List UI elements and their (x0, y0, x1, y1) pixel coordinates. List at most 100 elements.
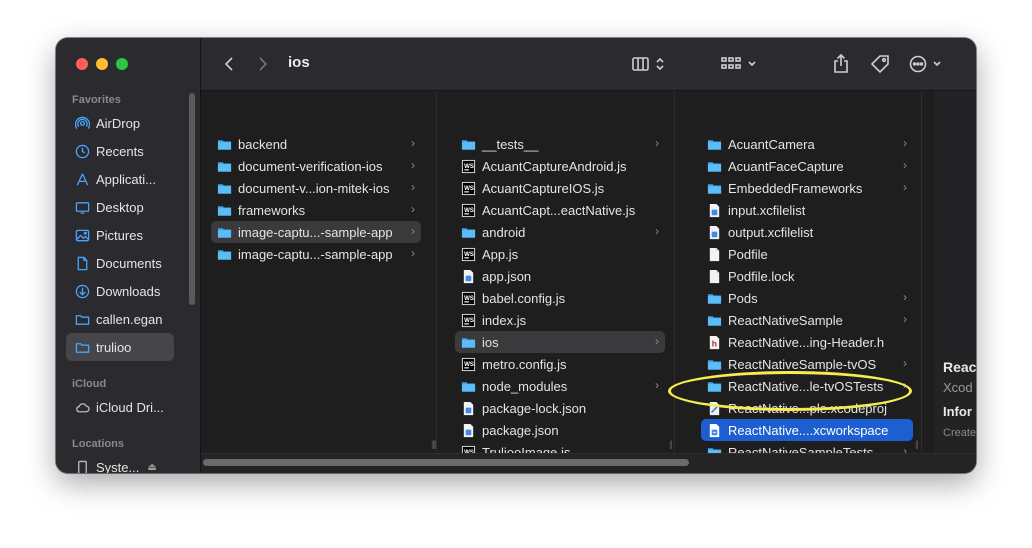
sidebar-item-icloud-dri[interactable]: iCloud Dri... (66, 393, 174, 421)
folder-row[interactable]: node_modules › (455, 375, 665, 397)
file-name: document-v...ion-mitek-ios (238, 180, 390, 196)
folder-row[interactable]: ReactNativeSample › (701, 309, 913, 331)
file-type-icon (707, 247, 722, 262)
column-1[interactable]: || backend › document-verification-ios › doc… (201, 91, 437, 453)
column-3[interactable]: || AcuantCamera › AcuantFaceCapture › Embedd… (691, 91, 923, 460)
eject-icon[interactable]: ⏏ (147, 462, 156, 473)
folder-row[interactable]: Pods › (701, 287, 913, 309)
file-name: metro.config.js (482, 356, 567, 372)
file-row[interactable]: h ReactNative...ing-Header.h (701, 331, 913, 353)
webstorm-file-icon: WS (461, 203, 476, 217)
file-name: Pods (728, 290, 758, 306)
file-row[interactable]: Podfile (701, 243, 913, 265)
sidebar-item-recents[interactable]: Recents (66, 137, 174, 165)
file-name: AcuantCapt...eactNative.js (482, 202, 636, 218)
xcode-project-icon (709, 401, 720, 415)
file-row[interactable]: Podfile.lock (701, 265, 913, 287)
webstorm-file-icon: WS (461, 291, 476, 305)
folder-row[interactable]: ios › (455, 331, 665, 353)
sidebar-section-locations: Locations (72, 438, 124, 450)
horizontal-scrollbar[interactable] (203, 459, 689, 466)
file-row[interactable]: WS metro.config.js (455, 353, 665, 375)
document-icon (709, 247, 720, 261)
chevron-right-icon: › (411, 136, 415, 150)
folder-row[interactable]: backend › (211, 133, 421, 155)
file-row[interactable]: output.xcfilelist (701, 221, 913, 243)
file-row[interactable]: WS AcuantCaptureIOS.js (455, 177, 665, 199)
sidebar-item-downloads[interactable]: Downloads (66, 277, 174, 305)
sidebar-item-pictures[interactable]: Pictures (66, 221, 174, 249)
sidebar-item-applicati[interactable]: Applicati... (66, 165, 174, 193)
sidebar-item-label: trulioo (96, 339, 132, 355)
file-row[interactable]: ReactNative....xcworkspace (701, 419, 913, 441)
file-type-icon: WS (461, 247, 476, 262)
sidebar-item-documents[interactable]: Documents (66, 249, 174, 277)
sidebar-item-airdrop[interactable]: AirDrop (66, 109, 174, 137)
share-button[interactable] (829, 38, 853, 90)
folder-icon (707, 183, 722, 194)
sidebar-section-favorites: Favorites (72, 94, 121, 106)
sidebar-item-desktop[interactable]: Desktop (66, 193, 174, 221)
folder-row[interactable]: AcuantFaceCapture › (701, 155, 913, 177)
sidebar-item-callen-egan[interactable]: callen.egan (66, 305, 174, 333)
file-row[interactable]: package.json (455, 419, 665, 441)
file-row[interactable]: input.xcfilelist (701, 199, 913, 221)
file-type-icon: WS (461, 203, 476, 218)
sidebar-item-trulioo[interactable]: trulioo (66, 333, 174, 361)
file-type-icon (707, 423, 722, 438)
close-window-button[interactable] (76, 58, 88, 70)
column-resize-handle[interactable]: || (915, 439, 923, 451)
folder-row[interactable]: image-captu...-sample-app › (211, 221, 421, 243)
sidebar-item-label: Recents (96, 143, 144, 159)
svg-text:WS: WS (464, 316, 474, 323)
file-row[interactable]: WS index.js (455, 309, 665, 331)
folder-row[interactable]: ReactNativeSample-tvOS › (701, 353, 913, 375)
folder-row[interactable]: frameworks › (211, 199, 421, 221)
folder-row[interactable]: image-captu...-sample-app › (211, 243, 421, 265)
column-resize-handle[interactable]: || (669, 439, 677, 451)
group-button[interactable] (719, 38, 761, 90)
file-type-icon (707, 379, 722, 394)
sidebar-section-icloud: iCloud (72, 378, 107, 390)
sidebar-item-label: AirDrop (96, 115, 141, 131)
preview-pane: Reac Xcod Infor Create (934, 91, 976, 453)
tags-button[interactable] (867, 38, 893, 90)
file-type-icon (461, 335, 476, 350)
sidebar-item-label: iCloud Dri... (96, 399, 164, 415)
folder-row[interactable]: document-v...ion-mitek-ios › (211, 177, 421, 199)
column-2[interactable]: || || __tests__ › WS AcuantCaptureAndroid.j… (433, 91, 677, 473)
file-row[interactable]: ReactNative...ple.xcodeproj (701, 397, 913, 419)
sidebar-item-syste[interactable]: Syste... ⏏ (66, 453, 174, 473)
folder-row[interactable]: document-verification-ios › (211, 155, 421, 177)
file-row[interactable]: WS AcuantCapt...eactNative.js (455, 199, 665, 221)
file-type-icon (707, 291, 722, 306)
file-name: babel.config.js (482, 290, 566, 306)
file-name: AcuantCaptureIOS.js (482, 180, 605, 196)
folder-row[interactable]: AcuantCamera › (701, 133, 913, 155)
folder-row[interactable]: ReactNative...le-tvOSTests › (701, 375, 913, 397)
file-row[interactable]: app.json (455, 265, 665, 287)
folder-icon (461, 227, 476, 238)
folder-icon (217, 139, 232, 150)
forward-button[interactable] (251, 38, 275, 90)
share-icon (834, 54, 848, 73)
file-row[interactable]: package-lock.json (455, 397, 665, 419)
file-name: ReactNativeSample (728, 312, 843, 328)
file-row[interactable]: WS AcuantCaptureAndroid.js (455, 155, 665, 177)
folder-row[interactable]: android › (455, 221, 665, 243)
file-row[interactable]: WS App.js (455, 243, 665, 265)
view-mode-button[interactable] (629, 38, 669, 90)
chevron-right-icon: › (411, 202, 415, 216)
folder-row[interactable]: __tests__ › (455, 133, 665, 155)
file-row[interactable]: WS babel.config.js (455, 287, 665, 309)
minimize-window-button[interactable] (96, 58, 108, 70)
column-resize-handle[interactable]: || (433, 439, 441, 451)
sidebar-item-label: Applicati... (96, 171, 156, 187)
sidebar-scrollbar[interactable] (189, 93, 195, 305)
back-button[interactable] (217, 38, 241, 90)
folder-icon (707, 381, 722, 392)
folder-row[interactable]: EmbeddedFrameworks › (701, 177, 913, 199)
action-menu-button[interactable] (907, 38, 947, 90)
zoom-window-button[interactable] (116, 58, 128, 70)
file-type-icon (707, 269, 722, 284)
